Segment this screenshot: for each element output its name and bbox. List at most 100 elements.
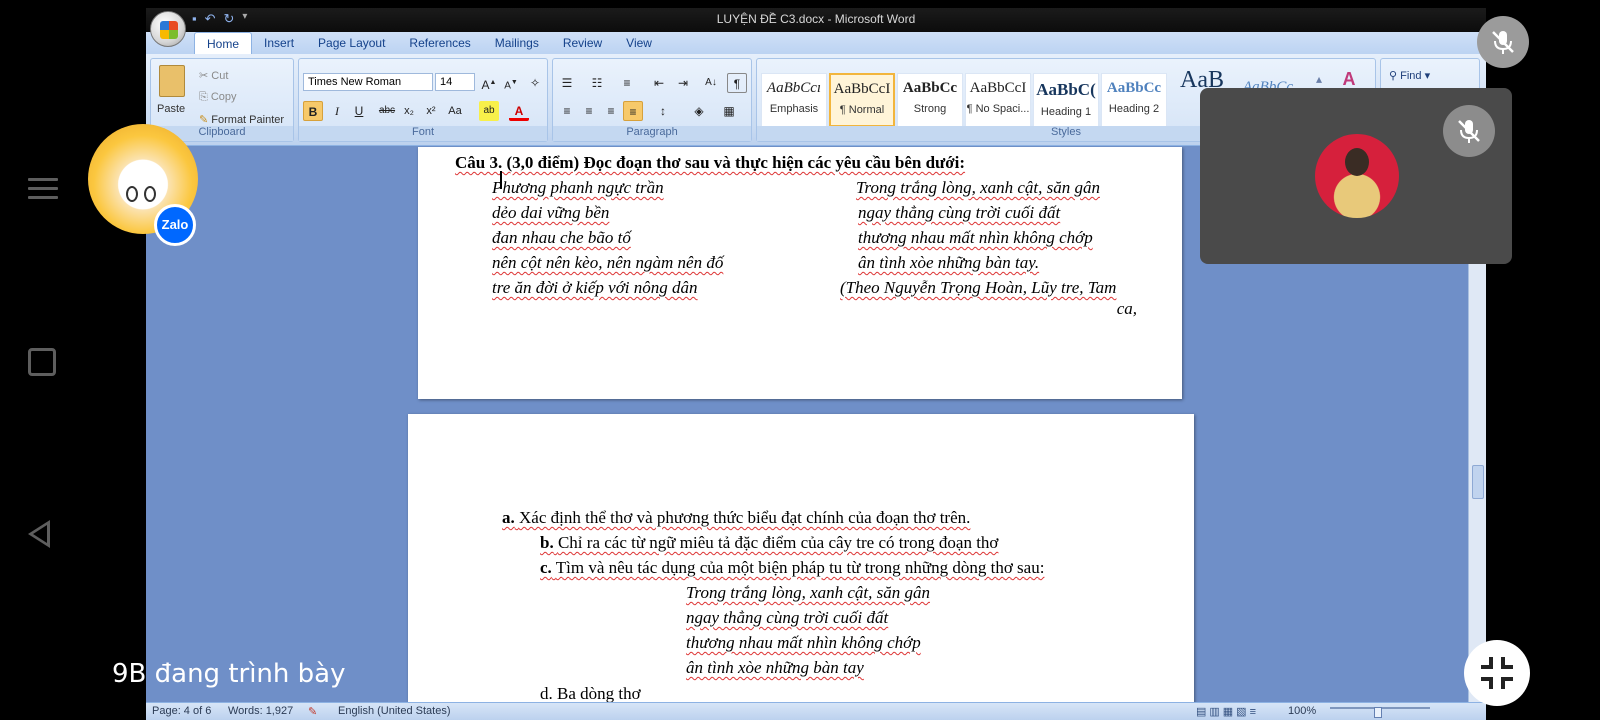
justify-icon[interactable]: ≡ [623, 101, 643, 121]
grow-font-icon[interactable]: A▲ [479, 73, 499, 93]
question-item: c. Tìm và nêu tác dụng của một biện pháp… [540, 558, 1045, 577]
poem-left-line: dẻo dai vững bền [492, 203, 610, 222]
align-right-icon[interactable]: ≡ [601, 101, 621, 121]
tab-home[interactable]: Home [194, 32, 253, 54]
poem-left-line: Phương phanh ngực trần [492, 178, 664, 197]
highlight-icon[interactable]: ab [479, 101, 499, 121]
page-upper: Câu 3. (3,0 điểm) Đọc đoạn thơ sau và th… [418, 147, 1182, 399]
align-left-icon[interactable]: ≡ [557, 101, 577, 121]
zalo-chat-head[interactable]: Zalo [88, 124, 198, 246]
styles-scroll-icon[interactable]: ▴ [1309, 69, 1329, 89]
window-title: LUYỆN ĐỀ C3.docx - Microsoft Word [716, 12, 916, 26]
format-painter-button[interactable]: ✎ Format Painter [199, 113, 284, 126]
participant-avatar [1315, 134, 1399, 218]
font-group: Times New Roman 14 A▲ A▼ ✧ B I U abc x₂ … [298, 58, 548, 142]
line-spacing-icon[interactable]: ↕ [653, 101, 673, 121]
office-button[interactable] [150, 11, 186, 47]
zoom-thumb[interactable] [1374, 707, 1382, 718]
align-center-icon[interactable]: ≡ [579, 101, 599, 121]
italic-button[interactable]: I [327, 101, 347, 121]
mic-off-icon [1492, 31, 1514, 54]
style-no-spacing[interactable]: AaBbCcI ¶ No Spaci... [965, 73, 1031, 127]
change-case-icon[interactable]: Aa [445, 101, 465, 121]
title-bar: ▪ ↶ ↻ ▾ LUYỆN ĐỀ C3.docx - Microsoft Wor… [146, 8, 1486, 32]
sort-icon[interactable]: A↓ [701, 73, 721, 93]
paragraph-group: ☰ ☷ ≡ ⇤ ⇥ A↓ ¶ ≡ ≡ ≡ ≡ ↕ ◈ ▦ Paragraph [552, 58, 752, 142]
exit-fullscreen-button[interactable] [1464, 640, 1530, 706]
poem-right-line: ân tình xòe những bàn tay. [858, 253, 1040, 272]
text-cursor [500, 171, 502, 189]
underline-button[interactable]: U [349, 101, 369, 121]
tab-page-layout[interactable]: Page Layout [306, 32, 397, 54]
poem-left-line: đan nhau che bão tố [492, 228, 631, 247]
font-color-icon[interactable]: A [509, 101, 529, 121]
strikethrough-icon[interactable]: abc [377, 101, 397, 121]
participant-mic-off-button[interactable] [1443, 105, 1495, 157]
multilevel-list-icon[interactable]: ≡ [617, 73, 637, 93]
word-count[interactable]: Words: 1,927 [228, 705, 293, 717]
quote-line: ngay thẳng cùng trời cuối đất [686, 608, 889, 627]
page-count[interactable]: Page: 4 of 6 [152, 705, 211, 717]
poem-right-line: thương nhau mất nhìn không chớp [858, 228, 1093, 247]
zoom-level[interactable]: 100% [1288, 705, 1316, 717]
paste-button[interactable]: Paste [157, 103, 185, 115]
question-heading: Câu 3. (3,0 điểm) Đọc đoạn thơ sau và th… [455, 153, 966, 172]
style-heading-1[interactable]: AaBbC(Heading 1 [1033, 73, 1099, 127]
superscript-icon[interactable]: x² [421, 101, 441, 121]
style-heading-2[interactable]: AaBbCc Heading 2 [1101, 73, 1167, 127]
bullets-icon[interactable]: ☰ [557, 73, 577, 93]
page-lower: a. Xác định thể thơ và phương thức biểu … [408, 414, 1194, 702]
find-button[interactable]: ⚲ Find ▾ [1389, 69, 1430, 82]
font-group-label: Font [299, 126, 547, 141]
decrease-indent-icon[interactable]: ⇤ [649, 73, 669, 93]
format-painter-icon: ✎ [199, 114, 212, 126]
bold-button[interactable]: B [303, 101, 323, 121]
style-strong[interactable]: AaBbCc Strong [897, 73, 963, 127]
tab-review[interactable]: Review [551, 32, 614, 54]
office-logo-icon [160, 21, 178, 39]
poem-right-line: ngay thẳng cùng trời cuối đất [858, 203, 1061, 222]
show-marks-icon[interactable]: ¶ [727, 73, 747, 93]
font-name-field[interactable]: Times New Roman [303, 73, 433, 91]
language-indicator[interactable]: English (United States) [338, 705, 451, 717]
question-item: b. Chỉ ra các từ ngữ miêu tả đặc điểm củ… [540, 533, 999, 552]
borders-icon[interactable]: ▦ [719, 101, 739, 121]
change-styles-icon[interactable]: A [1339, 69, 1359, 89]
back-nav-icon[interactable] [28, 520, 50, 548]
subscript-icon[interactable]: x₂ [399, 101, 419, 121]
clear-formatting-icon[interactable]: ✧ [525, 73, 545, 93]
poem-left-line: nên cột nên kèo, nên ngàm nên đố [492, 253, 724, 272]
status-bar: Page: 4 of 6 Words: 1,927 ✎ English (Uni… [146, 702, 1486, 720]
recent-apps-menu-icon[interactable] [28, 172, 58, 200]
copy-button[interactable]: ⎘ Copy [199, 91, 237, 104]
mic-off-button[interactable] [1477, 16, 1529, 68]
poem-source: (Theo Nguyễn Trọng Hoàn, Lũy tre, Tam [840, 278, 1117, 297]
style-emphasis[interactable]: AaBbCcı Emphasis [761, 73, 827, 127]
tab-view[interactable]: View [614, 32, 664, 54]
increase-indent-icon[interactable]: ⇥ [673, 73, 693, 93]
quote-line: thương nhau mất nhìn không chớp [686, 633, 921, 652]
participant-video-tile[interactable] [1200, 88, 1512, 264]
tab-references[interactable]: References [397, 32, 482, 54]
font-size-field[interactable]: 14 [435, 73, 475, 91]
poem-source-cont: ca, [1116, 299, 1137, 318]
scrollbar-thumb[interactable] [1472, 465, 1484, 499]
avatar-eye-right [144, 186, 156, 202]
tab-mailings[interactable]: Mailings [483, 32, 551, 54]
style-normal[interactable]: AaBbCcI ¶ Normal [829, 73, 895, 127]
tab-insert[interactable]: Insert [252, 32, 306, 54]
numbering-icon[interactable]: ☷ [587, 73, 607, 93]
quote-line: ân tình xòe những bàn tay [686, 658, 864, 677]
cut-button[interactable]: ✂ Cut [199, 69, 228, 82]
screen: ▪ ↶ ↻ ▾ LUYỆN ĐỀ C3.docx - Microsoft Wor… [0, 0, 1600, 720]
shading-icon[interactable]: ◈ [689, 101, 709, 121]
home-nav-icon[interactable] [28, 348, 56, 376]
poem-left-line: tre ăn đời ở kiếp với nông dân [492, 278, 698, 297]
mic-off-icon [1458, 120, 1480, 143]
zalo-badge: Zalo [154, 204, 196, 246]
paste-icon[interactable] [159, 65, 185, 97]
view-buttons-icon[interactable]: ▤▥▦▧≡ [1196, 705, 1259, 718]
shrink-font-icon[interactable]: A▼ [501, 73, 521, 93]
proofing-icon[interactable]: ✎ [308, 705, 317, 718]
question-item: a. Xác định thể thơ và phương thức biểu … [502, 508, 971, 527]
